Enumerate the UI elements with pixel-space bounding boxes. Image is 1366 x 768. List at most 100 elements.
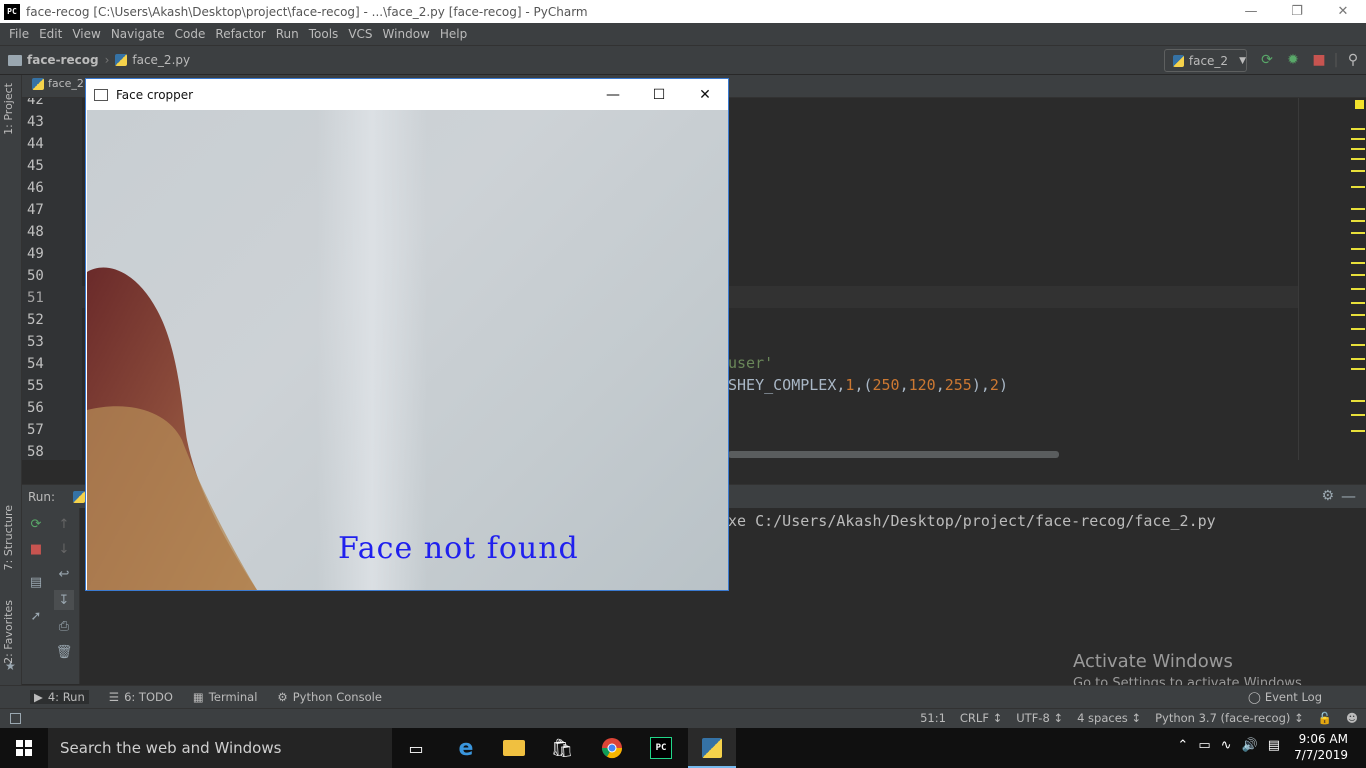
menu-edit[interactable]: Edit — [34, 27, 67, 41]
marker[interactable] — [1351, 274, 1365, 276]
layout-icon[interactable]: ▤ — [26, 572, 46, 592]
marker[interactable] — [1351, 138, 1365, 140]
event-log-button[interactable]: ◯ Event Log — [1248, 690, 1322, 704]
marker[interactable] — [1351, 220, 1365, 222]
stop-icon[interactable]: ■ — [1306, 52, 1332, 68]
show-hidden-icons-icon[interactable]: ⌃ — [1177, 738, 1188, 753]
favorites-tool-tab[interactable]: 2: Favorites — [2, 600, 15, 664]
pycharm-taskbar-icon[interactable]: PC — [648, 736, 674, 760]
close-button[interactable]: ✕ — [1320, 0, 1366, 23]
marker[interactable] — [1351, 314, 1365, 316]
marker[interactable] — [1351, 170, 1365, 172]
marker[interactable] — [1351, 302, 1365, 304]
tab-terminal[interactable]: ▦ Terminal — [193, 690, 257, 704]
menu-code[interactable]: Code — [170, 27, 211, 41]
status-indent[interactable]: 4 spaces ↕ — [1077, 711, 1141, 725]
rerun-icon[interactable]: ⟳ — [26, 514, 46, 534]
marker[interactable] — [1351, 358, 1365, 360]
tool-window-toggle-icon[interactable] — [10, 713, 21, 724]
marker[interactable] — [1351, 368, 1365, 370]
face-cropper-minimize-button[interactable]: — — [590, 79, 636, 110]
battery-icon[interactable]: ▭ — [1198, 738, 1210, 753]
menu-run[interactable]: Run — [271, 27, 304, 41]
marker[interactable] — [1351, 186, 1365, 188]
warning-marker-icon[interactable] — [1355, 100, 1364, 109]
menu-window[interactable]: Window — [378, 27, 435, 41]
tab-python-console[interactable]: ⚙ Python Console — [277, 690, 381, 704]
notification-icon[interactable]: ▤ — [1268, 738, 1280, 753]
menu-refactor[interactable]: Refactor — [210, 27, 270, 41]
menu-file[interactable]: File — [4, 27, 34, 41]
face-cropper-maximize-button[interactable]: ☐ — [636, 79, 682, 110]
up-arrow-icon[interactable]: ↑ — [54, 514, 74, 534]
marker[interactable] — [1351, 344, 1365, 346]
marker[interactable] — [1351, 328, 1365, 330]
pin-icon[interactable]: ➚ — [26, 606, 46, 626]
structure-tool-tab[interactable]: 7: Structure — [2, 505, 15, 570]
hide-panel-icon[interactable]: — — [1341, 487, 1356, 505]
restore-button[interactable]: ❐ — [1274, 0, 1320, 23]
lock-icon[interactable]: 🔓 — [1318, 711, 1332, 725]
marker[interactable] — [1351, 148, 1365, 150]
error-stripe[interactable] — [1350, 98, 1366, 460]
scroll-to-end-icon[interactable]: ↧ — [54, 590, 74, 610]
breadcrumb-file[interactable]: face_2.py — [115, 53, 190, 67]
face-cropper-close-button[interactable]: ✕ — [682, 79, 728, 110]
marker[interactable] — [1351, 158, 1365, 160]
tab-todo[interactable]: ☰ 6: TODO — [109, 690, 173, 704]
edge-icon[interactable]: e — [453, 736, 479, 761]
run-configuration-select[interactable]: face_2 ▼ — [1164, 49, 1247, 72]
file-explorer-icon[interactable] — [501, 736, 527, 760]
face-cropper-window[interactable]: Face cropper — ☐ ✕ Face not found — [85, 78, 729, 591]
project-tool-tab[interactable]: 1: Project — [2, 83, 15, 135]
taskbar-search-input[interactable]: Search the web and Windows — [48, 728, 392, 768]
status-interpreter[interactable]: Python 3.7 (face-recog) ↕ — [1155, 711, 1304, 725]
marker[interactable] — [1351, 414, 1365, 416]
start-button[interactable] — [0, 728, 48, 768]
search-icon[interactable]: ⚲ — [1340, 52, 1366, 68]
menu-navigate[interactable]: Navigate — [106, 27, 170, 41]
taskbar-clock[interactable]: 9:06 AM 7/7/2019 — [1294, 731, 1348, 763]
gear-icon[interactable]: ⚙ — [1321, 488, 1334, 504]
volume-icon[interactable]: 🔊 — [1242, 738, 1258, 753]
chrome-icon[interactable] — [599, 736, 625, 760]
line-number: 47 — [27, 202, 44, 218]
horizontal-scrollbar[interactable] — [728, 451, 1059, 458]
line-number-current: 51 — [27, 290, 44, 306]
menu-help[interactable]: Help — [435, 27, 472, 41]
breadcrumb-project[interactable]: face-recog — [8, 53, 99, 67]
event-log-icon: ◯ — [1247, 690, 1261, 704]
python-run-tab-icon[interactable] — [73, 490, 86, 503]
minimize-button[interactable]: — — [1228, 0, 1274, 23]
python-icon[interactable] — [699, 736, 725, 760]
code-number-token: 250 — [872, 376, 900, 394]
menu-tools[interactable]: Tools — [304, 27, 344, 41]
marker[interactable] — [1351, 128, 1365, 130]
marker[interactable] — [1351, 262, 1365, 264]
status-line-separator[interactable]: CRLF ↕ — [960, 711, 1002, 725]
stop-icon[interactable]: ■ — [26, 539, 46, 559]
editor-tab-face2[interactable]: face_2. — [32, 77, 87, 90]
menu-view[interactable]: View — [67, 27, 105, 41]
print-icon[interactable]: ⎙ — [54, 616, 74, 636]
marker[interactable] — [1351, 232, 1365, 234]
marker[interactable] — [1351, 430, 1365, 432]
separator: | — [1333, 52, 1339, 68]
marker[interactable] — [1351, 400, 1365, 402]
wifi-icon[interactable]: ∿ — [1221, 738, 1232, 753]
marker[interactable] — [1351, 288, 1365, 290]
status-cursor-position[interactable]: 51:1 — [920, 711, 946, 725]
tab-run[interactable]: ▶ 4: Run — [30, 690, 89, 704]
menu-vcs[interactable]: VCS — [343, 27, 377, 41]
soft-wrap-icon[interactable]: ↩ — [54, 564, 74, 584]
down-arrow-icon[interactable]: ↓ — [54, 539, 74, 559]
marker[interactable] — [1351, 248, 1365, 250]
inspector-icon[interactable]: ☻ — [1346, 711, 1358, 725]
trash-icon[interactable]: 🗑 — [54, 642, 74, 662]
task-view-icon[interactable]: ▭ — [403, 736, 429, 760]
status-encoding[interactable]: UTF-8 ↕ — [1016, 711, 1063, 725]
rerun-icon[interactable]: ⟳ — [1254, 52, 1280, 68]
marker[interactable] — [1351, 208, 1365, 210]
debug-icon[interactable]: ✹ — [1280, 52, 1306, 68]
store-icon[interactable]: 🛍 — [549, 736, 575, 760]
